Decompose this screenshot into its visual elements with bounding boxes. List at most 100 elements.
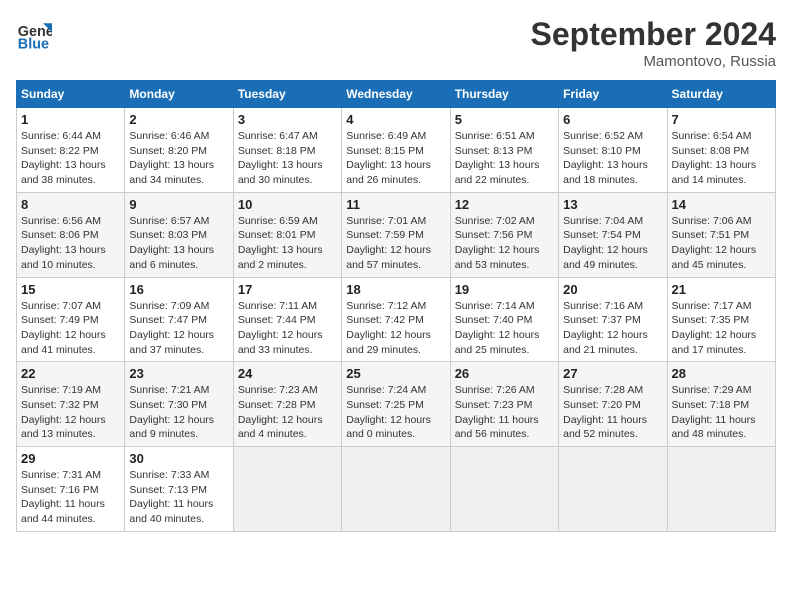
calendar-cell: 28 Sunrise: 7:29 AMSunset: 7:18 PMDayligh…: [667, 362, 775, 447]
day-number: 11: [346, 197, 445, 212]
calendar-cell: 3 Sunrise: 6:47 AMSunset: 8:18 PMDaylight…: [233, 108, 341, 193]
day-number: 24: [238, 366, 337, 381]
day-info: Sunrise: 7:11 AMSunset: 7:44 PMDaylight:…: [238, 299, 337, 358]
week-row-3: 15 Sunrise: 7:07 AMSunset: 7:49 PMDayligh…: [17, 277, 776, 362]
calendar-cell: [342, 447, 450, 532]
day-info: Sunrise: 7:33 AMSunset: 7:13 PMDaylight:…: [129, 468, 228, 527]
calendar-cell: 21 Sunrise: 7:17 AMSunset: 7:35 PMDayligh…: [667, 277, 775, 362]
logo: General Blue: [16, 16, 52, 52]
day-number: 20: [563, 282, 662, 297]
calendar-cell: 20 Sunrise: 7:16 AMSunset: 7:37 PMDayligh…: [559, 277, 667, 362]
day-info: Sunrise: 6:51 AMSunset: 8:13 PMDaylight:…: [455, 129, 554, 188]
day-number: 29: [21, 451, 120, 466]
day-number: 12: [455, 197, 554, 212]
day-info: Sunrise: 6:47 AMSunset: 8:18 PMDaylight:…: [238, 129, 337, 188]
calendar-cell: 9 Sunrise: 6:57 AMSunset: 8:03 PMDaylight…: [125, 192, 233, 277]
day-info: Sunrise: 7:14 AMSunset: 7:40 PMDaylight:…: [455, 299, 554, 358]
week-row-1: 1 Sunrise: 6:44 AMSunset: 8:22 PMDaylight…: [17, 108, 776, 193]
calendar-cell: 23 Sunrise: 7:21 AMSunset: 7:30 PMDayligh…: [125, 362, 233, 447]
week-row-4: 22 Sunrise: 7:19 AMSunset: 7:32 PMDayligh…: [17, 362, 776, 447]
calendar-cell: 2 Sunrise: 6:46 AMSunset: 8:20 PMDaylight…: [125, 108, 233, 193]
weekday-wednesday: Wednesday: [342, 81, 450, 108]
day-info: Sunrise: 6:56 AMSunset: 8:06 PMDaylight:…: [21, 214, 120, 273]
calendar-cell: 27Sunrise: 7:28 AMSunset: 7:20 PMDayligh…: [559, 362, 667, 447]
day-number: 2: [129, 112, 228, 127]
location: Mamontovo, Russia: [531, 53, 776, 70]
day-number: 6: [563, 112, 662, 127]
day-info: Sunrise: 6:46 AMSunset: 8:20 PMDaylight:…: [129, 129, 228, 188]
week-row-2: 8 Sunrise: 6:56 AMSunset: 8:06 PMDaylight…: [17, 192, 776, 277]
day-info: Sunrise: 7:28 AMSunset: 7:20 PMDaylight:…: [563, 383, 662, 442]
day-number: 10: [238, 197, 337, 212]
calendar-cell: 11Sunrise: 7:01 AMSunset: 7:59 PMDayligh…: [342, 192, 450, 277]
logo-icon: General Blue: [16, 16, 52, 52]
calendar-table: SundayMondayTuesdayWednesdayThursdayFrid…: [16, 80, 776, 532]
calendar-cell: 6 Sunrise: 6:52 AMSunset: 8:10 PMDaylight…: [559, 108, 667, 193]
day-number: 25: [346, 366, 445, 381]
day-info: Sunrise: 7:26 AMSunset: 7:23 PMDaylight:…: [455, 383, 554, 442]
day-info: Sunrise: 7:21 AMSunset: 7:30 PMDaylight:…: [129, 383, 228, 442]
calendar-cell: [233, 447, 341, 532]
calendar-cell: 19 Sunrise: 7:14 AMSunset: 7:40 PMDayligh…: [450, 277, 558, 362]
calendar-cell: 29Sunrise: 7:31 AMSunset: 7:16 PMDayligh…: [17, 447, 125, 532]
weekday-header-row: SundayMondayTuesdayWednesdayThursdayFrid…: [17, 81, 776, 108]
calendar-cell: 5 Sunrise: 6:51 AMSunset: 8:13 PMDaylight…: [450, 108, 558, 193]
day-number: 21: [672, 282, 771, 297]
day-number: 23: [129, 366, 228, 381]
weekday-saturday: Saturday: [667, 81, 775, 108]
calendar-cell: 17 Sunrise: 7:11 AMSunset: 7:44 PMDayligh…: [233, 277, 341, 362]
week-row-5: 29Sunrise: 7:31 AMSunset: 7:16 PMDayligh…: [17, 447, 776, 532]
calendar-cell: 24 Sunrise: 7:23 AMSunset: 7:28 PMDayligh…: [233, 362, 341, 447]
calendar-cell: [667, 447, 775, 532]
day-number: 4: [346, 112, 445, 127]
day-info: Sunrise: 7:23 AMSunset: 7:28 PMDaylight:…: [238, 383, 337, 442]
day-number: 8: [21, 197, 120, 212]
day-number: 1: [21, 112, 120, 127]
day-info: Sunrise: 7:19 AMSunset: 7:32 PMDaylight:…: [21, 383, 120, 442]
day-number: 22: [21, 366, 120, 381]
day-info: Sunrise: 7:16 AMSunset: 7:37 PMDaylight:…: [563, 299, 662, 358]
day-info: Sunrise: 7:07 AMSunset: 7:49 PMDaylight:…: [21, 299, 120, 358]
day-info: Sunrise: 6:44 AMSunset: 8:22 PMDaylight:…: [21, 129, 120, 188]
calendar-cell: 15 Sunrise: 7:07 AMSunset: 7:49 PMDayligh…: [17, 277, 125, 362]
calendar-cell: 13Sunrise: 7:04 AMSunset: 7:54 PMDayligh…: [559, 192, 667, 277]
calendar-cell: 22 Sunrise: 7:19 AMSunset: 7:32 PMDayligh…: [17, 362, 125, 447]
svg-text:Blue: Blue: [18, 36, 49, 52]
day-number: 17: [238, 282, 337, 297]
calendar-cell: 16 Sunrise: 7:09 AMSunset: 7:47 PMDayligh…: [125, 277, 233, 362]
day-number: 5: [455, 112, 554, 127]
day-info: Sunrise: 6:52 AMSunset: 8:10 PMDaylight:…: [563, 129, 662, 188]
weekday-tuesday: Tuesday: [233, 81, 341, 108]
calendar-cell: 18Sunrise: 7:12 AMSunset: 7:42 PMDayligh…: [342, 277, 450, 362]
day-info: Sunrise: 7:09 AMSunset: 7:47 PMDaylight:…: [129, 299, 228, 358]
title-area: September 2024 Mamontovo, Russia: [531, 16, 776, 70]
calendar-cell: 25 Sunrise: 7:24 AMSunset: 7:25 PMDayligh…: [342, 362, 450, 447]
day-info: Sunrise: 6:57 AMSunset: 8:03 PMDaylight:…: [129, 214, 228, 273]
day-number: 19: [455, 282, 554, 297]
day-info: Sunrise: 7:06 AMSunset: 7:51 PMDaylight:…: [672, 214, 771, 273]
day-number: 3: [238, 112, 337, 127]
month-title: September 2024: [531, 16, 776, 53]
day-number: 14: [672, 197, 771, 212]
weekday-monday: Monday: [125, 81, 233, 108]
day-number: 15: [21, 282, 120, 297]
day-number: 28: [672, 366, 771, 381]
day-info: Sunrise: 6:59 AMSunset: 8:01 PMDaylight:…: [238, 214, 337, 273]
day-number: 9: [129, 197, 228, 212]
day-info: Sunrise: 6:54 AMSunset: 8:08 PMDaylight:…: [672, 129, 771, 188]
weekday-friday: Friday: [559, 81, 667, 108]
day-info: Sunrise: 7:29 AMSunset: 7:18 PMDaylight:…: [672, 383, 771, 442]
day-info: Sunrise: 7:02 AMSunset: 7:56 PMDaylight:…: [455, 214, 554, 273]
day-number: 16: [129, 282, 228, 297]
day-number: 7: [672, 112, 771, 127]
day-number: 26: [455, 366, 554, 381]
calendar-cell: 30Sunrise: 7:33 AMSunset: 7:13 PMDayligh…: [125, 447, 233, 532]
day-info: Sunrise: 7:17 AMSunset: 7:35 PMDaylight:…: [672, 299, 771, 358]
day-number: 13: [563, 197, 662, 212]
calendar-cell: 4Sunrise: 6:49 AMSunset: 8:15 PMDaylight…: [342, 108, 450, 193]
calendar-cell: 26 Sunrise: 7:26 AMSunset: 7:23 PMDayligh…: [450, 362, 558, 447]
day-info: Sunrise: 7:12 AMSunset: 7:42 PMDaylight:…: [346, 299, 445, 358]
day-info: Sunrise: 7:24 AMSunset: 7:25 PMDaylight:…: [346, 383, 445, 442]
weekday-sunday: Sunday: [17, 81, 125, 108]
calendar-cell: 1 Sunrise: 6:44 AMSunset: 8:22 PMDaylight…: [17, 108, 125, 193]
